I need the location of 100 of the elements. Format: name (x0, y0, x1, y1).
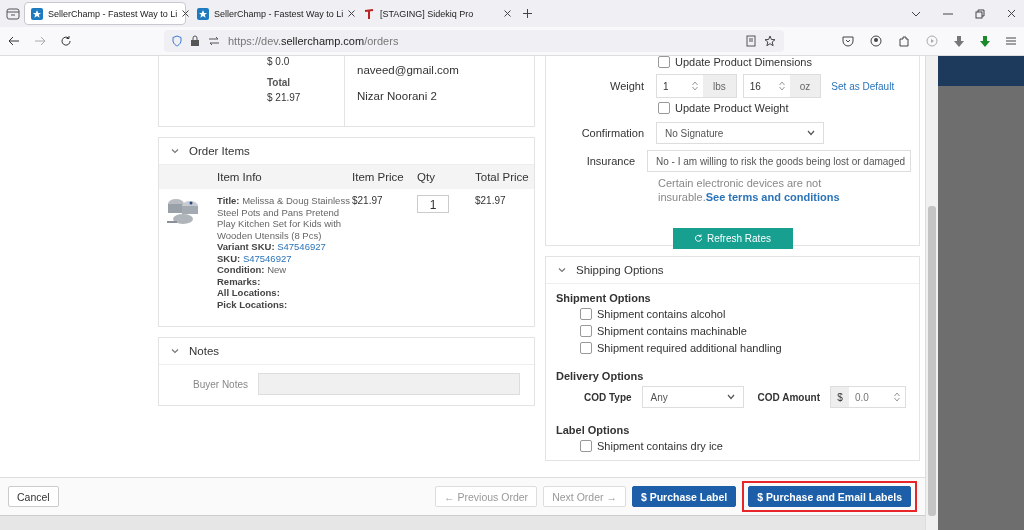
confirmation-select[interactable]: No Signature (656, 122, 824, 144)
footer-button[interactable]: $ Purchase Label (631, 486, 737, 507)
sku-link[interactable]: S47546927 (242, 252, 292, 264)
address-bar[interactable]: https://dev.sellerchamp.com/orders (164, 30, 784, 52)
field-label: Weight (608, 80, 644, 92)
checkbox-label: Update Product Dimensions (675, 56, 812, 68)
cod-amount-field[interactable]: $ 0.0 (830, 386, 906, 408)
section-title: Order Items (189, 145, 250, 157)
field-label: Confirmation (580, 127, 644, 139)
group-title: Label Options (556, 424, 631, 436)
spinner-icon[interactable] (777, 80, 786, 92)
weight-lbs-field[interactable]: 1 lbs (656, 74, 737, 98)
caret-icon (726, 394, 735, 400)
sku-link[interactable]: S47546927 (277, 241, 326, 252)
checkbox-label: Update Product Weight (675, 102, 789, 114)
total-amount: $ 21.97 (267, 92, 302, 103)
shield-icon (172, 35, 182, 47)
set-default-link[interactable]: Set as Default (831, 80, 895, 92)
reload-icon[interactable] (60, 35, 72, 47)
checkbox[interactable] (580, 308, 592, 320)
item-detail: Title: Melissa & Doug Stainless Steel Pots and Pans Pretend Play Kitchen Set for Kids with Wooden Utensils (8 Pcs) (217, 195, 351, 241)
checkbox-label: Shipment contains machinable (597, 325, 747, 337)
field-label: COD Amount (757, 391, 820, 403)
lock-icon (190, 35, 200, 47)
play-icon[interactable] (926, 35, 938, 47)
star-outline-icon[interactable] (764, 35, 776, 47)
item-detail: Pick Locations: (217, 298, 289, 310)
section-title: Notes (189, 345, 220, 357)
checkbox[interactable] (658, 102, 670, 114)
item-detail: SKU: S47546927 (217, 252, 293, 264)
menu-icon[interactable] (1006, 36, 1016, 46)
field-label: Insurance (585, 155, 635, 167)
weight-oz-field[interactable]: 16 oz (742, 74, 822, 98)
reader-icon[interactable] (746, 35, 756, 47)
forward-icon[interactable] (34, 36, 46, 46)
item-detail: Remarks: (217, 275, 262, 287)
cod-type-select[interactable]: Any (641, 386, 744, 408)
column-header: Total Price (475, 171, 530, 183)
close-icon[interactable] (348, 10, 356, 17)
shipping-amount: $ 0.0 (267, 56, 291, 67)
scrollbar-thumb[interactable] (928, 206, 936, 516)
browser-tab[interactable]: SellerChamp - Fastest Way to Li (24, 2, 186, 25)
checkbox[interactable] (580, 342, 592, 354)
plus-icon[interactable] (522, 8, 533, 19)
pocket-icon[interactable] (842, 35, 854, 47)
tab-title: [STAGING] Sidekiq Pro (380, 8, 475, 19)
minimize-icon[interactable] (943, 12, 953, 15)
close-icon[interactable] (182, 10, 190, 17)
caret-icon[interactable] (911, 10, 921, 17)
item-detail: Condition: New (217, 264, 288, 276)
caret-icon (807, 130, 815, 136)
section-title: Shipping Options (576, 264, 664, 276)
customer-email: naveed@gmail.com (357, 64, 459, 76)
group-title: Delivery Options (556, 370, 645, 382)
insurance-note: Certain electronic devices are not insurable.See terms and conditions (657, 176, 841, 204)
item-price: $21.97 (352, 195, 384, 206)
tab-title: SellerChamp - Fastest Way to Li (214, 8, 344, 19)
spinner-icon[interactable] (893, 391, 901, 403)
star-icon (197, 7, 209, 20)
footer-button[interactable]: $ Purchase and Email Labels (748, 486, 911, 507)
browser-tab[interactable]: SellerChamp - Fastest Way to Li (190, 2, 352, 25)
spinner-icon[interactable] (691, 80, 699, 92)
column-header: Item Info (217, 171, 263, 183)
checkbox-label: Shipment contains dry ice (597, 440, 723, 452)
field-label: Buyer Notes (193, 378, 249, 390)
checkbox-label: Shipment required additional handling (597, 342, 782, 354)
url-text: https://dev.sellerchamp.com/orders (228, 35, 400, 47)
account-icon[interactable] (870, 35, 882, 47)
tab-list-icon[interactable] (6, 7, 20, 20)
chevron-icon[interactable] (171, 147, 179, 155)
chevron-icon[interactable] (171, 347, 179, 355)
close-icon[interactable] (504, 10, 511, 17)
permissions-icon (208, 36, 220, 46)
checkbox-label: Shipment contains alcohol (597, 308, 726, 320)
buyer-notes-field[interactable] (258, 373, 521, 395)
field-label: COD Type (584, 391, 632, 403)
column-header: Qty (417, 171, 436, 183)
total-label: Total (267, 77, 292, 88)
restore-icon[interactable] (975, 8, 985, 19)
chevron-icon[interactable] (558, 266, 566, 274)
terms-link[interactable]: See terms and conditions (705, 191, 840, 203)
browser-tab[interactable]: [STAGING] Sidekiq Pro (356, 2, 518, 25)
download-icon[interactable] (954, 35, 964, 47)
back-icon[interactable] (8, 36, 20, 46)
close-icon[interactable] (1007, 9, 1016, 18)
quantity-field[interactable]: 1 (417, 195, 449, 213)
column-header: Item Price (352, 171, 405, 183)
star-icon (31, 7, 43, 20)
group-title: Shipment Options (556, 292, 652, 304)
insurance-select[interactable]: No - I am willing to risk the goods being lost or damaged (647, 150, 911, 172)
refresh-icon (694, 234, 704, 243)
cancel-button[interactable]: Cancel (8, 486, 59, 507)
tab-title: SellerChamp - Fastest Way to Li (48, 8, 178, 19)
download-icon[interactable] (980, 35, 990, 47)
checkbox[interactable] (580, 325, 592, 337)
checkbox[interactable] (580, 440, 592, 452)
total-price: $21.97 (475, 195, 507, 206)
horizontal-scrollbar[interactable] (0, 515, 925, 530)
checkbox[interactable] (658, 56, 670, 68)
item-detail: All Locations: (217, 287, 281, 299)
